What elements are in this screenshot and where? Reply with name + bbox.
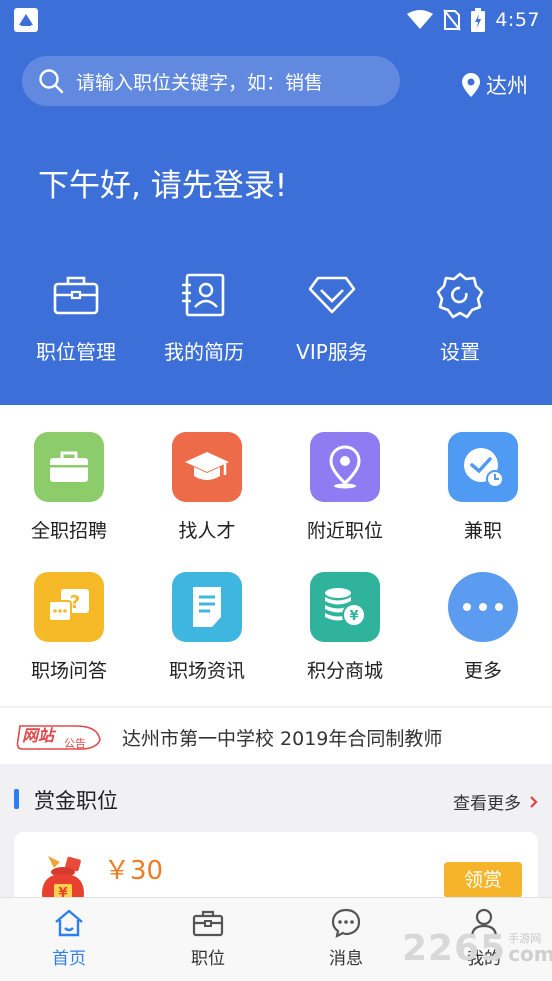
announcement-text[interactable]: 达州市第一中学校 2019年合同制教师 bbox=[122, 724, 442, 751]
watermark-logo: 2265 手游网 com bbox=[402, 928, 552, 969]
category-icon-bg bbox=[448, 572, 518, 642]
view-more-label: 查看更多 bbox=[453, 794, 521, 814]
category-label: 找人才 bbox=[178, 520, 236, 542]
category-label: 职场问答 bbox=[30, 660, 107, 682]
bounty-price: ￥30 bbox=[104, 856, 164, 886]
section-accent-bar bbox=[14, 789, 19, 809]
quick-actions: 职位管理 我的简历 VIP服务 设置 bbox=[0, 268, 552, 368]
category-nearby-jobs[interactable]: 附近职位 bbox=[276, 432, 414, 543]
home-icon bbox=[55, 909, 83, 937]
greeting-login-prompt[interactable]: 下午好, 请先登录! bbox=[38, 160, 287, 205]
watermark-number: 2265 bbox=[402, 928, 507, 969]
battery-charging-icon bbox=[471, 8, 486, 32]
message-icon bbox=[331, 908, 361, 938]
chevron-right-icon bbox=[530, 795, 538, 808]
announcement-badge-main: 网站 bbox=[22, 726, 57, 745]
wifi-icon bbox=[407, 10, 434, 29]
category-icon-bg: ¥ bbox=[310, 572, 380, 642]
diamond-icon bbox=[308, 276, 356, 314]
app-notification-icon bbox=[14, 8, 38, 32]
category-workplace-qa[interactable]: ? 职场问答 bbox=[0, 572, 138, 683]
category-label: 附近职位 bbox=[306, 520, 383, 542]
svg-text:¥: ¥ bbox=[349, 609, 358, 624]
status-bar: 4:57 bbox=[0, 0, 552, 40]
nav-label: 首页 bbox=[52, 949, 86, 969]
suitcase-icon bbox=[50, 451, 88, 482]
view-more-link[interactable]: 查看更多 bbox=[453, 789, 538, 814]
header: 4:57 请输入职位关键字，如：销售 达州 下午好, 请先登录! 职位管理 我的… bbox=[0, 0, 552, 405]
nav-messages[interactable]: 消息 bbox=[296, 906, 396, 969]
bounty-section-title: 赏金职位 bbox=[34, 789, 118, 813]
category-icon-bg bbox=[448, 432, 518, 502]
category-label: 兼职 bbox=[463, 520, 502, 542]
nav-label: 消息 bbox=[329, 949, 363, 969]
search-icon bbox=[39, 69, 64, 94]
category-icon-bg bbox=[172, 432, 242, 502]
location-pin-icon bbox=[462, 73, 480, 97]
status-time: 4:57 bbox=[495, 9, 540, 31]
document-icon bbox=[193, 587, 221, 627]
category-workplace-news[interactable]: 职场资讯 bbox=[138, 572, 276, 683]
announcement-bar[interactable]: 网站 公告 达州市第一中学校 2019年合同制教师 bbox=[0, 708, 552, 764]
search-input[interactable]: 请输入职位关键字，如：销售 bbox=[76, 68, 323, 95]
watermark-side: 手游网 com bbox=[508, 933, 552, 964]
quick-action-label: 我的简历 bbox=[164, 340, 244, 364]
category-label: 积分商城 bbox=[306, 660, 383, 682]
status-right: 4:57 bbox=[407, 7, 540, 33]
category-more[interactable]: 更多 bbox=[414, 572, 552, 683]
category-icon-bg bbox=[172, 572, 242, 642]
announcement-badge-icon: 网站 公告 bbox=[16, 725, 101, 750]
quick-action-job-management[interactable]: 职位管理 bbox=[16, 268, 136, 365]
coin-stack-icon: ¥ bbox=[325, 588, 366, 627]
briefcase-icon bbox=[192, 910, 224, 937]
nav-jobs[interactable]: 职位 bbox=[158, 906, 258, 969]
nav-home[interactable]: 首页 bbox=[19, 906, 119, 969]
bounty-section-header: 赏金职位 查看更多 bbox=[0, 770, 552, 828]
category-label: 职场资讯 bbox=[168, 660, 245, 682]
app-screen: 4:57 请输入职位关键字，如：销售 达州 下午好, 请先登录! 职位管理 我的… bbox=[0, 0, 552, 981]
category-part-time[interactable]: 兼职 bbox=[414, 432, 552, 543]
category-fulltime-jobs[interactable]: 全职招聘 bbox=[0, 432, 138, 543]
quick-action-label: 职位管理 bbox=[36, 340, 116, 364]
more-dots-icon bbox=[463, 603, 503, 611]
quick-action-label: 设置 bbox=[440, 340, 480, 364]
claim-reward-button[interactable]: 领赏 bbox=[444, 862, 522, 898]
category-grid: 全职招聘 找人才 附近职位 兼职 ? 职场问答 职场资讯 ¥ 积分商城 更多 bbox=[0, 405, 552, 706]
graduation-cap-icon bbox=[185, 452, 229, 480]
chat-question-icon: ? bbox=[48, 589, 89, 622]
clock-check-icon bbox=[464, 448, 504, 488]
resume-icon bbox=[182, 273, 225, 317]
category-icon-bg bbox=[310, 432, 380, 502]
category-icon-bg bbox=[34, 432, 104, 502]
search-bar[interactable]: 请输入职位关键字，如：销售 bbox=[22, 56, 400, 106]
map-pin-icon bbox=[329, 445, 361, 489]
announcement-badge-sub: 公告 bbox=[64, 737, 86, 750]
no-sim-icon bbox=[443, 9, 462, 31]
quick-action-my-resume[interactable]: 我的简历 bbox=[144, 268, 264, 365]
quick-action-settings[interactable]: 设置 bbox=[400, 268, 520, 365]
category-find-talent[interactable]: 找人才 bbox=[138, 432, 276, 543]
category-points-mall[interactable]: ¥ 积分商城 bbox=[276, 572, 414, 683]
briefcase-icon bbox=[53, 276, 99, 315]
gear-icon bbox=[436, 272, 484, 319]
quick-action-label: VIP服务 bbox=[296, 340, 368, 364]
location-selector[interactable]: 达州 bbox=[462, 70, 528, 100]
category-label: 全职招聘 bbox=[30, 520, 107, 542]
watermark-domain: com bbox=[508, 942, 552, 966]
nav-label: 职位 bbox=[191, 949, 225, 969]
location-city: 达州 bbox=[486, 74, 528, 98]
category-icon-bg: ? bbox=[34, 572, 104, 642]
quick-action-vip-service[interactable]: VIP服务 bbox=[272, 268, 392, 365]
category-label: 更多 bbox=[463, 660, 502, 682]
